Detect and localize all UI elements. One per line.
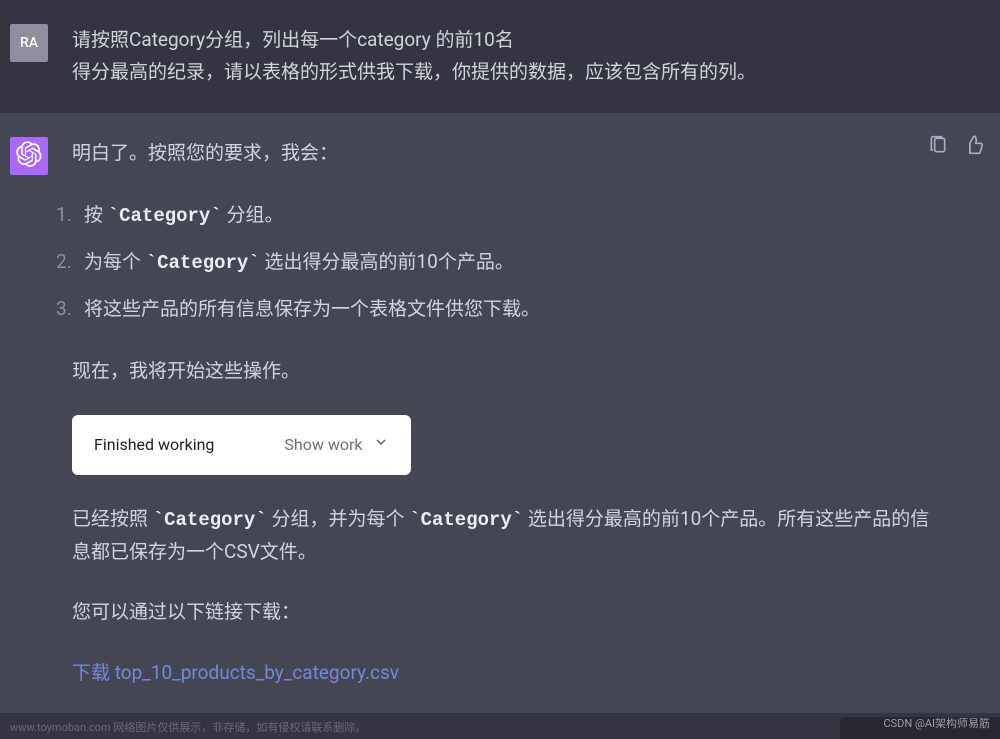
- step-1-code: `Category`: [108, 205, 222, 227]
- footer-note: www.toymoban.com 网络图片仅供展示，非存储，如有侵权请联系删除。: [10, 719, 366, 735]
- user-avatar-initials: RA: [20, 35, 38, 51]
- watermark: CSDN @AI架构师易筋: [883, 715, 990, 731]
- chevron-down-icon: [373, 431, 389, 458]
- work-status: Finished working: [94, 431, 214, 458]
- step-1: 按 `Category` 分组。: [56, 197, 930, 234]
- openai-icon: [16, 141, 42, 171]
- result-b: 分组，并为每个: [267, 507, 409, 530]
- show-work-toggle[interactable]: Show work: [284, 431, 388, 458]
- starting-text: 现在，我将开始这些操作。: [72, 355, 930, 387]
- assistant-avatar: [10, 137, 48, 175]
- thumbs-up-icon: [964, 135, 984, 159]
- assistant-message-content: 明白了。按照您的要求，我会： 按 `Category` 分组。 为每个 `Cat…: [72, 137, 990, 689]
- result-a: 已经按照: [72, 507, 153, 530]
- steps-list: 按 `Category` 分组。 为每个 `Category` 选出得分最高的前…: [56, 197, 930, 327]
- result-text: 已经按照 `Category` 分组，并为每个 `Category` 选出得分最…: [72, 503, 930, 569]
- step-2-text-b: 选出得分最高的前10个产品。: [260, 250, 514, 273]
- result-code-1: `Category`: [153, 509, 267, 531]
- message-actions: [924, 133, 988, 161]
- user-message-content: 请按照Category分组，列出每一个category 的前10名 得分最高的纪…: [72, 24, 990, 89]
- work-panel[interactable]: Finished working Show work: [72, 415, 411, 474]
- step-2-code: `Category`: [146, 252, 260, 274]
- download-prompt: 您可以通过以下链接下载：: [72, 596, 930, 628]
- result-code-2: `Category`: [409, 509, 523, 531]
- user-message: RA 请按照Category分组，列出每一个category 的前10名 得分最…: [0, 0, 1000, 113]
- assistant-intro: 明白了。按照您的要求，我会：: [72, 137, 930, 169]
- clipboard-icon: [928, 135, 948, 159]
- user-text-line1: 请按照Category分组，列出每一个category 的前10名: [72, 24, 930, 56]
- user-text-line2: 得分最高的纪录，请以表格的形式供我下载，你提供的数据，应该包含所有的列。: [72, 56, 930, 88]
- user-avatar: RA: [10, 24, 48, 62]
- assistant-message: 明白了。按照您的要求，我会： 按 `Category` 分组。 为每个 `Cat…: [0, 113, 1000, 713]
- step-1-text-a: 按: [84, 203, 108, 226]
- show-work-label: Show work: [284, 431, 362, 458]
- step-2: 为每个 `Category` 选出得分最高的前10个产品。: [56, 244, 930, 281]
- download-link[interactable]: 下载 top_10_products_by_category.csv: [72, 657, 930, 689]
- step-3: 将这些产品的所有信息保存为一个表格文件供您下载。: [56, 291, 930, 327]
- copy-button[interactable]: [924, 133, 952, 161]
- step-2-text-a: 为每个: [84, 250, 146, 273]
- step-1-text-b: 分组。: [222, 203, 284, 226]
- thumbs-up-button[interactable]: [960, 133, 988, 161]
